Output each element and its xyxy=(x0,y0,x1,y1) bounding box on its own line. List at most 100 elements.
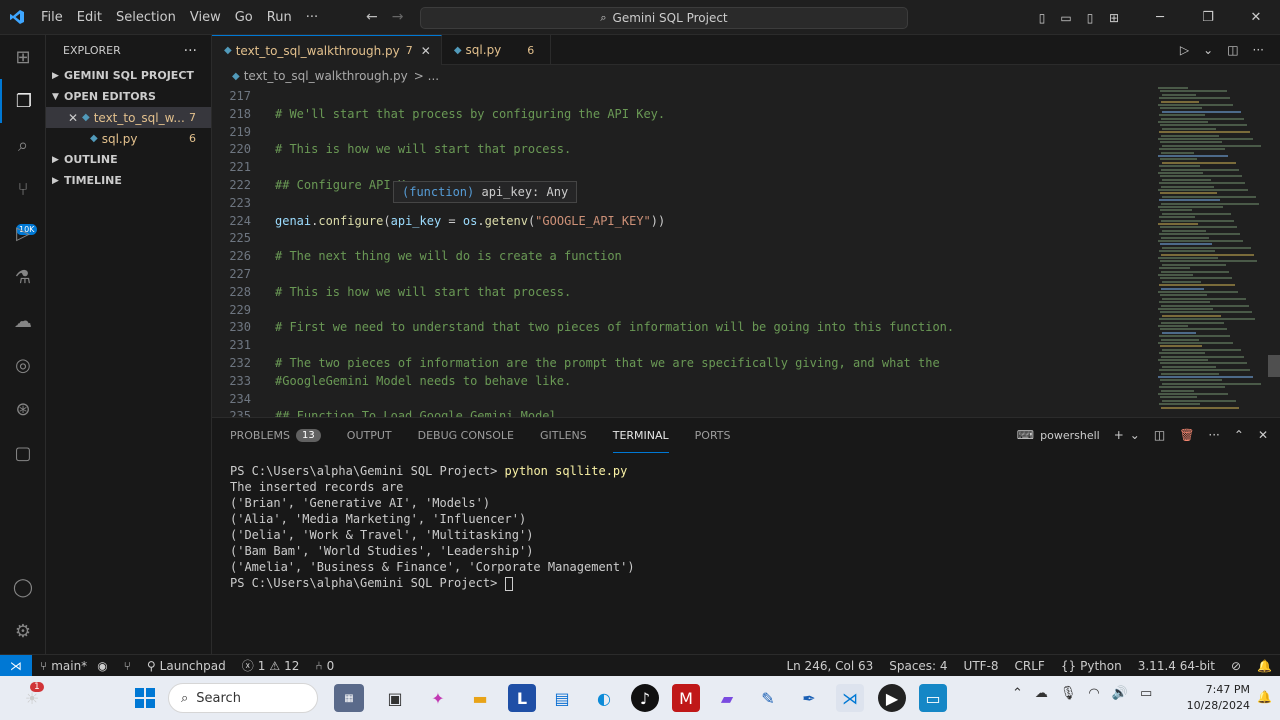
gitlens-icon[interactable]: ◎ xyxy=(0,343,46,387)
more-actions-icon[interactable]: ··· xyxy=(1208,428,1219,442)
vscode-taskbar-icon[interactable]: ⋊ xyxy=(836,684,864,712)
scrollbar-thumb[interactable] xyxy=(1268,355,1280,377)
breadcrumb-rest[interactable]: > ... xyxy=(414,69,439,83)
language-mode[interactable]: {} Python xyxy=(1053,659,1130,673)
tab-gitlens[interactable]: GITLENS xyxy=(540,418,587,453)
microphone-icon[interactable]: 🎙 xyxy=(1060,686,1077,701)
close-icon[interactable]: ✕ xyxy=(421,44,431,58)
problems-indicator[interactable]: ⓧ 1 ⚠ 12 xyxy=(234,657,308,674)
wifi-icon[interactable]: ◠ xyxy=(1088,686,1099,701)
chevron-down-icon[interactable]: ⌄ xyxy=(1130,428,1140,442)
command-center-search[interactable]: ⌕ Gemini SQL Project xyxy=(420,7,908,29)
close-icon[interactable]: ✕ xyxy=(66,111,80,125)
edge-icon[interactable]: ◐ xyxy=(590,684,618,712)
end-of-line[interactable]: CRLF xyxy=(1007,659,1053,673)
account-icon[interactable]: ◯ xyxy=(0,565,46,609)
open-editor-item-walkthrough[interactable]: ✕ ◆ text_to_sql_w... 7 xyxy=(46,107,211,128)
trash-icon[interactable]: 🗑 xyxy=(1179,428,1194,442)
open-editor-item-sql[interactable]: ◆ sql.py 6 xyxy=(46,128,211,149)
branch-indicator[interactable]: ⑂ main* ◉ xyxy=(32,659,116,673)
app-l-icon[interactable]: L xyxy=(508,684,536,712)
tab-debug-console[interactable]: DEBUG CONSOLE xyxy=(418,418,514,453)
explorer-icon[interactable]: ❐ xyxy=(0,79,46,123)
tab-output[interactable]: OUTPUT xyxy=(347,418,392,453)
onedrive-icon[interactable]: ☁ xyxy=(1035,686,1048,701)
run-debug-icon[interactable]: ▷ xyxy=(0,211,46,255)
store-icon[interactable]: ▤ xyxy=(548,684,576,712)
toggle-secondary-sidebar-icon[interactable]: ▯ xyxy=(1078,11,1102,25)
task-view-icon[interactable]: ▣ xyxy=(381,684,409,712)
menu-item[interactable]: Edit xyxy=(70,0,109,35)
split-editor-icon[interactable]: ◫ xyxy=(1227,43,1238,57)
section-outline[interactable]: ▶ OUTLINE xyxy=(46,149,211,170)
docker-icon[interactable]: ☁ xyxy=(0,299,46,343)
copilot-icon[interactable]: ⊘ xyxy=(1223,659,1249,673)
menu-item[interactable]: View xyxy=(183,0,228,35)
shell-name[interactable]: powershell xyxy=(1040,429,1100,442)
forward-arrow-icon[interactable]: → xyxy=(392,9,404,25)
python-interpreter[interactable]: 3.11.4 64-bit xyxy=(1130,659,1223,673)
breadcrumb-file[interactable]: text_to_sql_walkthrough.py xyxy=(244,69,408,83)
menu-item[interactable]: ··· xyxy=(299,0,325,35)
cursor-position[interactable]: Ln 246, Col 63 xyxy=(778,659,881,673)
close-window-button[interactable]: ✕ xyxy=(1232,10,1280,25)
chat-icon[interactable]: ▢ xyxy=(0,431,46,475)
more-actions-icon[interactable]: ··· xyxy=(1253,43,1264,57)
widgets-icon[interactable]: ▦ xyxy=(334,684,364,712)
clipchamp-icon[interactable]: ▰ xyxy=(713,684,741,712)
section-timeline[interactable]: ▶ TIMELINE xyxy=(46,170,211,191)
close-panel-icon[interactable]: ✕ xyxy=(1258,428,1268,442)
ports-indicator[interactable]: ⑃ 0 xyxy=(307,659,342,673)
monitor-app-icon[interactable]: ▭ xyxy=(919,684,947,712)
section-project[interactable]: ▶ GEMINI SQL PROJECT xyxy=(46,65,211,86)
restore-button[interactable]: ❐ xyxy=(1184,10,1232,25)
new-terminal-icon[interactable]: + xyxy=(1114,428,1124,442)
customize-layout-icon[interactable]: ⊞ xyxy=(1102,11,1126,25)
tab-terminal[interactable]: TERMINAL xyxy=(612,418,669,453)
battery-icon[interactable]: ▭ xyxy=(1140,686,1152,701)
search-view-icon[interactable]: ⌕ xyxy=(0,123,46,167)
pen-app-2-icon[interactable]: ✒ xyxy=(795,684,823,712)
launchpad-button[interactable]: ⚲ Launchpad xyxy=(139,659,234,673)
notifications-bell-icon[interactable]: 🔔 xyxy=(1249,659,1280,673)
chevron-up-icon[interactable]: ⌃ xyxy=(1012,686,1023,701)
windows-start-icon[interactable] xyxy=(131,684,159,712)
tiktok-icon[interactable]: ♪ xyxy=(631,684,659,712)
mcafee-icon[interactable]: M xyxy=(672,684,700,712)
remote-indicator-icon[interactable]: ⋊ xyxy=(0,654,32,677)
terminal-output[interactable]: PS C:\Users\alpha\Gemini SQL Project> py… xyxy=(230,463,635,591)
back-arrow-icon[interactable]: ← xyxy=(366,9,378,25)
code-editor[interactable]: 217 218 # We'll start that process by conf… xyxy=(212,87,1280,423)
source-control-icon[interactable]: ⑂ xyxy=(0,167,46,211)
tab-problems[interactable]: PROBLEMS 13 xyxy=(230,418,321,453)
settings-gear-icon[interactable]: ⚙ xyxy=(0,609,46,653)
chevron-down-icon[interactable]: ⌄ xyxy=(1203,43,1213,57)
menu-item[interactable]: Selection xyxy=(109,0,183,35)
media-player-icon[interactable]: ▶ xyxy=(878,684,906,712)
menu-item[interactable]: Run xyxy=(260,0,299,35)
gitlens-graph-icon[interactable]: ⑂ xyxy=(116,659,139,673)
indentation[interactable]: Spaces: 4 xyxy=(881,659,955,673)
testing-icon[interactable]: ⚗ xyxy=(0,255,46,299)
clock[interactable]: 7:47 PM 10/28/2024 xyxy=(1187,682,1250,714)
minimap[interactable] xyxy=(1158,87,1266,417)
run-icon[interactable]: ▷ xyxy=(1180,43,1189,57)
tab-ports[interactable]: PORTS xyxy=(695,418,731,453)
remote-explorer-icon[interactable]: ⊛ xyxy=(0,387,46,431)
encoding[interactable]: UTF-8 xyxy=(956,659,1007,673)
extensions-view-icon[interactable]: ⊞ xyxy=(0,35,46,79)
menu-item[interactable]: Go xyxy=(228,0,260,35)
file-explorer-icon[interactable]: ▬ xyxy=(466,684,494,712)
maximize-panel-icon[interactable]: ⌃ xyxy=(1234,428,1244,442)
copilot-app-icon[interactable]: ✦ xyxy=(424,684,452,712)
notification-center-icon[interactable]: 🔔 xyxy=(1257,690,1272,704)
menu-item[interactable]: File xyxy=(34,0,70,35)
toggle-sidebar-icon[interactable]: ▯ xyxy=(1030,11,1054,25)
tab-sql[interactable]: ◆ sql.py 6 xyxy=(442,35,552,65)
more-actions-icon[interactable]: ··· xyxy=(184,43,197,59)
taskbar-search[interactable]: ⌕ Search xyxy=(168,683,318,713)
tab-walkthrough[interactable]: ◆ text_to_sql_walkthrough.py 7 ✕ xyxy=(212,35,442,65)
toggle-panel-icon[interactable]: ▭ xyxy=(1054,11,1078,25)
section-open-editors[interactable]: ▼ OPEN EDITORS xyxy=(46,86,211,107)
volume-icon[interactable]: 🔊 xyxy=(1112,686,1128,701)
